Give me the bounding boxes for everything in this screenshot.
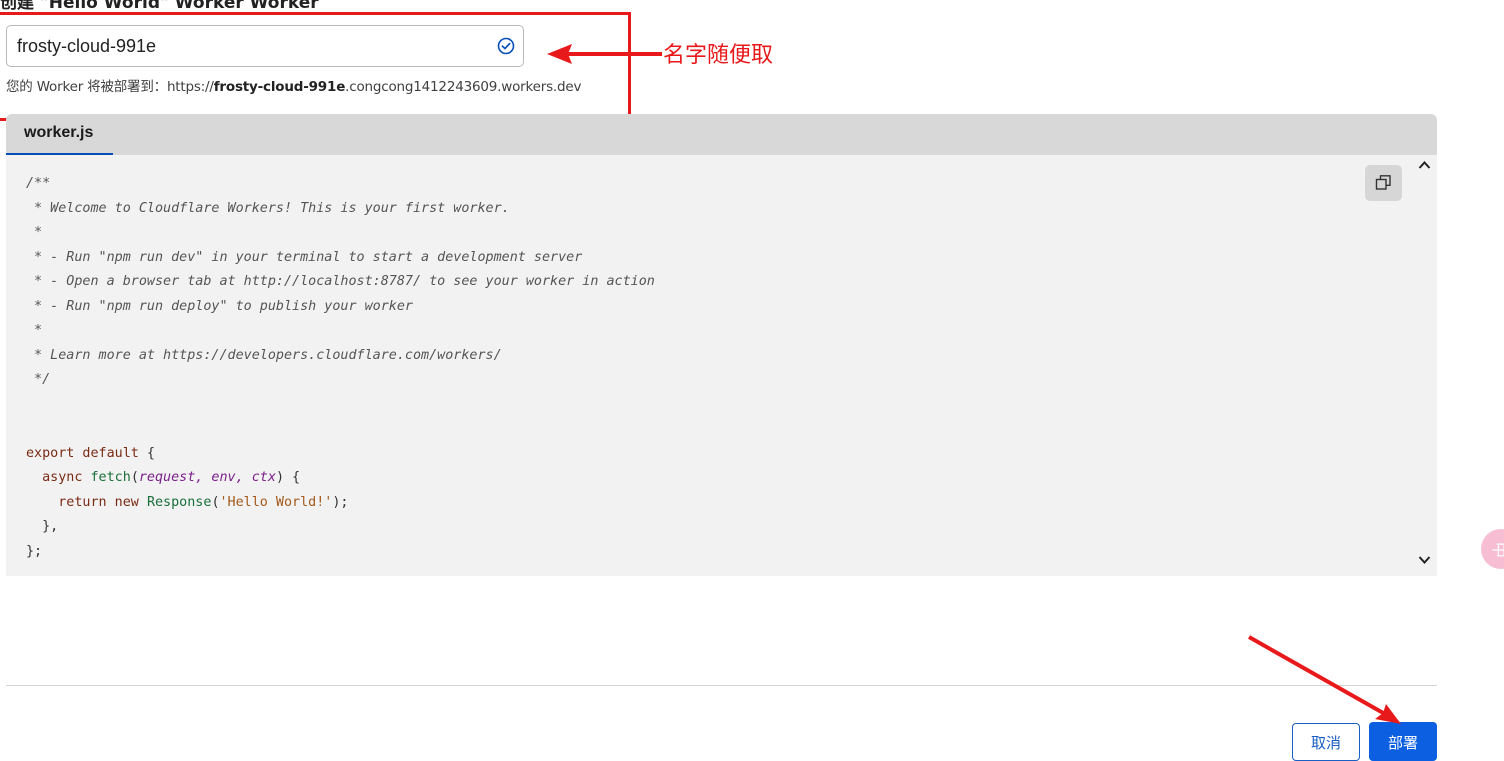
deploy-hint-suffix: .congcong1412243609.workers.dev [345, 79, 582, 95]
code-line: * - Run "npm run deploy" to publish your… [26, 298, 413, 314]
code-keyword: return new [26, 494, 147, 510]
arrow-to-deploy-button [1248, 635, 1401, 724]
deploy-hint-prefix: 您的 Worker 将被部署到：https:// [6, 79, 214, 95]
deploy-button[interactable]: 部署 [1369, 722, 1437, 761]
code-line: */ [26, 372, 51, 387]
code-line: * - Run "npm run dev" in your terminal t… [26, 249, 583, 265]
code-params: request, env, ctx [138, 470, 276, 485]
code-content[interactable]: /** * Welcome to Cloudflare Workers! Thi… [26, 172, 655, 564]
code-line: * [26, 225, 43, 240]
tab-worker-js[interactable]: worker.js [6, 114, 113, 155]
code-line: /** [26, 176, 51, 191]
page-title: 创建 "Hello World" Worker Worker [0, 0, 319, 13]
worker-name-field[interactable] [6, 25, 524, 67]
chevron-down-icon[interactable] [1418, 555, 1431, 565]
deploy-hint-worker-name: frosty-cloud-991e [213, 79, 346, 95]
copy-code-button[interactable] [1365, 165, 1402, 201]
code-text: ( [130, 470, 139, 485]
code-text: { [138, 445, 155, 461]
worker-name-input[interactable] [7, 26, 477, 66]
code-line: * Learn more at https://developers.cloud… [26, 347, 502, 363]
code-text: ) { [275, 470, 301, 485]
code-line: * Welcome to Cloudflare Workers! This is… [26, 200, 510, 216]
tab-label: worker.js [24, 124, 94, 141]
code-keyword: async [26, 470, 91, 485]
code-line: }; [26, 543, 43, 559]
floating-input-method-badge[interactable]: 中 [1481, 529, 1504, 569]
chevron-up-icon[interactable] [1418, 160, 1431, 170]
code-text: ); [332, 494, 349, 510]
editor-scrollbar[interactable] [1411, 155, 1437, 576]
deploy-url-hint: 您的 Worker 将被部署到：https://frosty-cloud-991… [6, 75, 581, 95]
code-line: * - Open a browser tab at http://localho… [26, 274, 655, 289]
code-line: }, [26, 519, 59, 534]
code-text: ( [211, 494, 220, 510]
editor-tab-strip: worker.js [6, 114, 1437, 155]
annotation-note: 名字随便取 [663, 43, 774, 68]
footer-divider [6, 685, 1437, 686]
code-function: Response [146, 494, 212, 510]
code-string: 'Hello World!' [219, 494, 333, 510]
code-keyword: export default [26, 445, 139, 461]
check-circle-icon [497, 37, 515, 55]
arrow-to-name-input [547, 44, 662, 64]
code-editor[interactable]: /** * Welcome to Cloudflare Workers! Thi… [6, 155, 1437, 576]
code-function: fetch [90, 470, 131, 485]
copy-icon [1375, 175, 1391, 190]
badge-text: 中 [1489, 542, 1504, 558]
code-line: * [26, 323, 43, 338]
cancel-button[interactable]: 取消 [1292, 723, 1360, 761]
